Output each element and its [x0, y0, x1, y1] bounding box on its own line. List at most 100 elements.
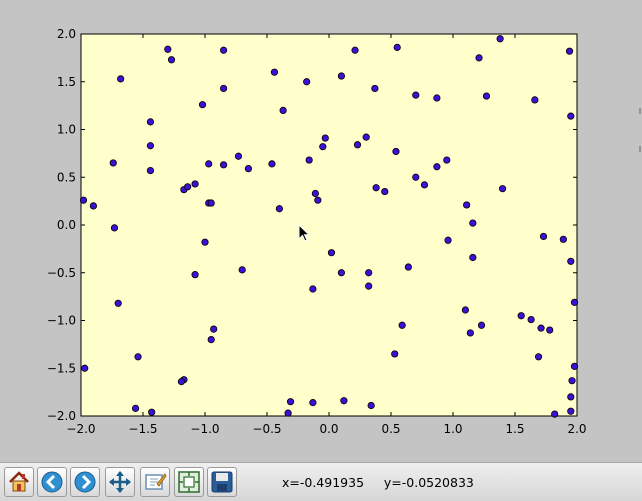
y-tick-label: 1.0 — [57, 123, 76, 137]
save-button[interactable] — [207, 467, 237, 497]
data-point — [567, 112, 575, 120]
x-tick-label: 0.5 — [381, 422, 400, 436]
data-point — [220, 161, 228, 169]
window-edge-mark — [636, 100, 642, 160]
data-point — [393, 43, 401, 51]
data-point — [311, 189, 319, 198]
data-point — [537, 324, 545, 332]
y-tick-label: −1.0 — [47, 314, 76, 328]
data-point — [284, 409, 292, 417]
data-point — [570, 298, 579, 306]
data-point — [268, 160, 276, 168]
data-point — [412, 173, 420, 181]
data-point — [546, 326, 554, 334]
data-point — [305, 156, 313, 164]
data-point — [475, 54, 483, 62]
data-point — [309, 399, 317, 407]
pan-icon — [109, 471, 131, 493]
data-point — [117, 75, 125, 83]
zoom-rect-icon — [145, 473, 167, 490]
data-point — [469, 253, 477, 262]
data-point — [391, 350, 399, 358]
data-point — [498, 185, 507, 193]
data-point — [433, 163, 441, 171]
data-point — [420, 181, 429, 189]
data-point — [517, 312, 525, 320]
data-point — [303, 78, 311, 86]
y-tick-label: −2.0 — [47, 409, 76, 423]
data-point — [79, 196, 88, 204]
data-point — [570, 362, 579, 370]
x-tick-label: 1.5 — [505, 422, 524, 436]
data-point — [534, 353, 543, 361]
data-point — [337, 72, 345, 80]
data-point — [337, 269, 345, 277]
data-point — [469, 219, 477, 227]
data-point — [201, 238, 209, 246]
data-point — [177, 378, 186, 386]
data-point — [210, 325, 218, 333]
back-arrow-icon — [41, 471, 63, 493]
data-point — [89, 202, 98, 210]
data-point — [167, 56, 176, 64]
data-point — [567, 393, 575, 401]
y-tick-labels: −2.0 −1.5 −1.0 −0.5 0.0 0.5 1.0 1.5 2.0 — [47, 27, 76, 423]
home-icon — [9, 471, 29, 492]
data-point — [207, 199, 215, 207]
x-tick-label: −2.0 — [66, 422, 95, 436]
data-point — [279, 106, 287, 115]
subplots-button[interactable] — [174, 467, 204, 497]
data-point — [146, 142, 155, 150]
cursor-coordinates: x=-0.491935 y=-0.0520833 — [282, 475, 474, 490]
y-tick-label: 2.0 — [57, 27, 76, 41]
data-point — [314, 196, 322, 204]
data-point — [244, 165, 252, 173]
data-point — [404, 263, 412, 271]
data-point — [309, 285, 317, 293]
data-point — [220, 46, 228, 54]
pan-button[interactable] — [105, 467, 135, 497]
data-point — [443, 156, 451, 164]
back-button[interactable] — [37, 467, 67, 497]
data-point — [539, 232, 548, 241]
x-tick-label: −1.5 — [128, 422, 157, 436]
data-point — [372, 184, 380, 192]
data-point — [392, 147, 400, 156]
data-point — [371, 84, 379, 93]
data-point — [146, 166, 155, 175]
data-point — [461, 306, 469, 314]
data-point — [319, 143, 327, 151]
data-point — [412, 91, 420, 99]
data-point — [131, 404, 140, 412]
data-point — [327, 249, 336, 257]
save-icon — [211, 471, 233, 493]
subplots-icon — [178, 471, 200, 493]
zoom-button[interactable] — [140, 467, 170, 497]
data-point — [184, 183, 192, 191]
x-tick-labels: −2.0 −1.5 −1.0 −0.5 0.0 0.5 1.0 1.5 2.0 — [66, 422, 586, 436]
data-point — [482, 92, 491, 100]
home-button[interactable] — [4, 467, 34, 497]
data-point — [340, 397, 348, 405]
x-tick-label: −0.5 — [252, 422, 281, 436]
data-point — [238, 266, 246, 274]
scatter-plot[interactable]: −2.0 −1.5 −1.0 −0.5 0.0 0.5 1.0 1.5 2.0 −2.0 −1.5… — [0, 0, 642, 462]
data-point — [270, 68, 279, 76]
data-point — [565, 47, 574, 55]
forward-button[interactable] — [70, 467, 100, 497]
data-point — [81, 364, 89, 372]
data-point — [477, 321, 486, 329]
figure-canvas[interactable]: −2.0 −1.5 −1.0 −0.5 0.0 0.5 1.0 1.5 2.0 −2.0 −1.5… — [0, 0, 642, 462]
axes-background — [80, 33, 578, 417]
data-point — [531, 96, 539, 104]
data-point — [191, 180, 199, 188]
forward-arrow-icon — [74, 471, 96, 493]
data-point — [353, 141, 362, 149]
data-point — [496, 35, 504, 43]
y-tick-label: 0.5 — [57, 170, 76, 184]
data-point — [275, 205, 283, 213]
data-point — [205, 160, 213, 168]
data-point — [559, 235, 567, 243]
data-point — [146, 118, 155, 126]
data-point — [234, 152, 243, 160]
